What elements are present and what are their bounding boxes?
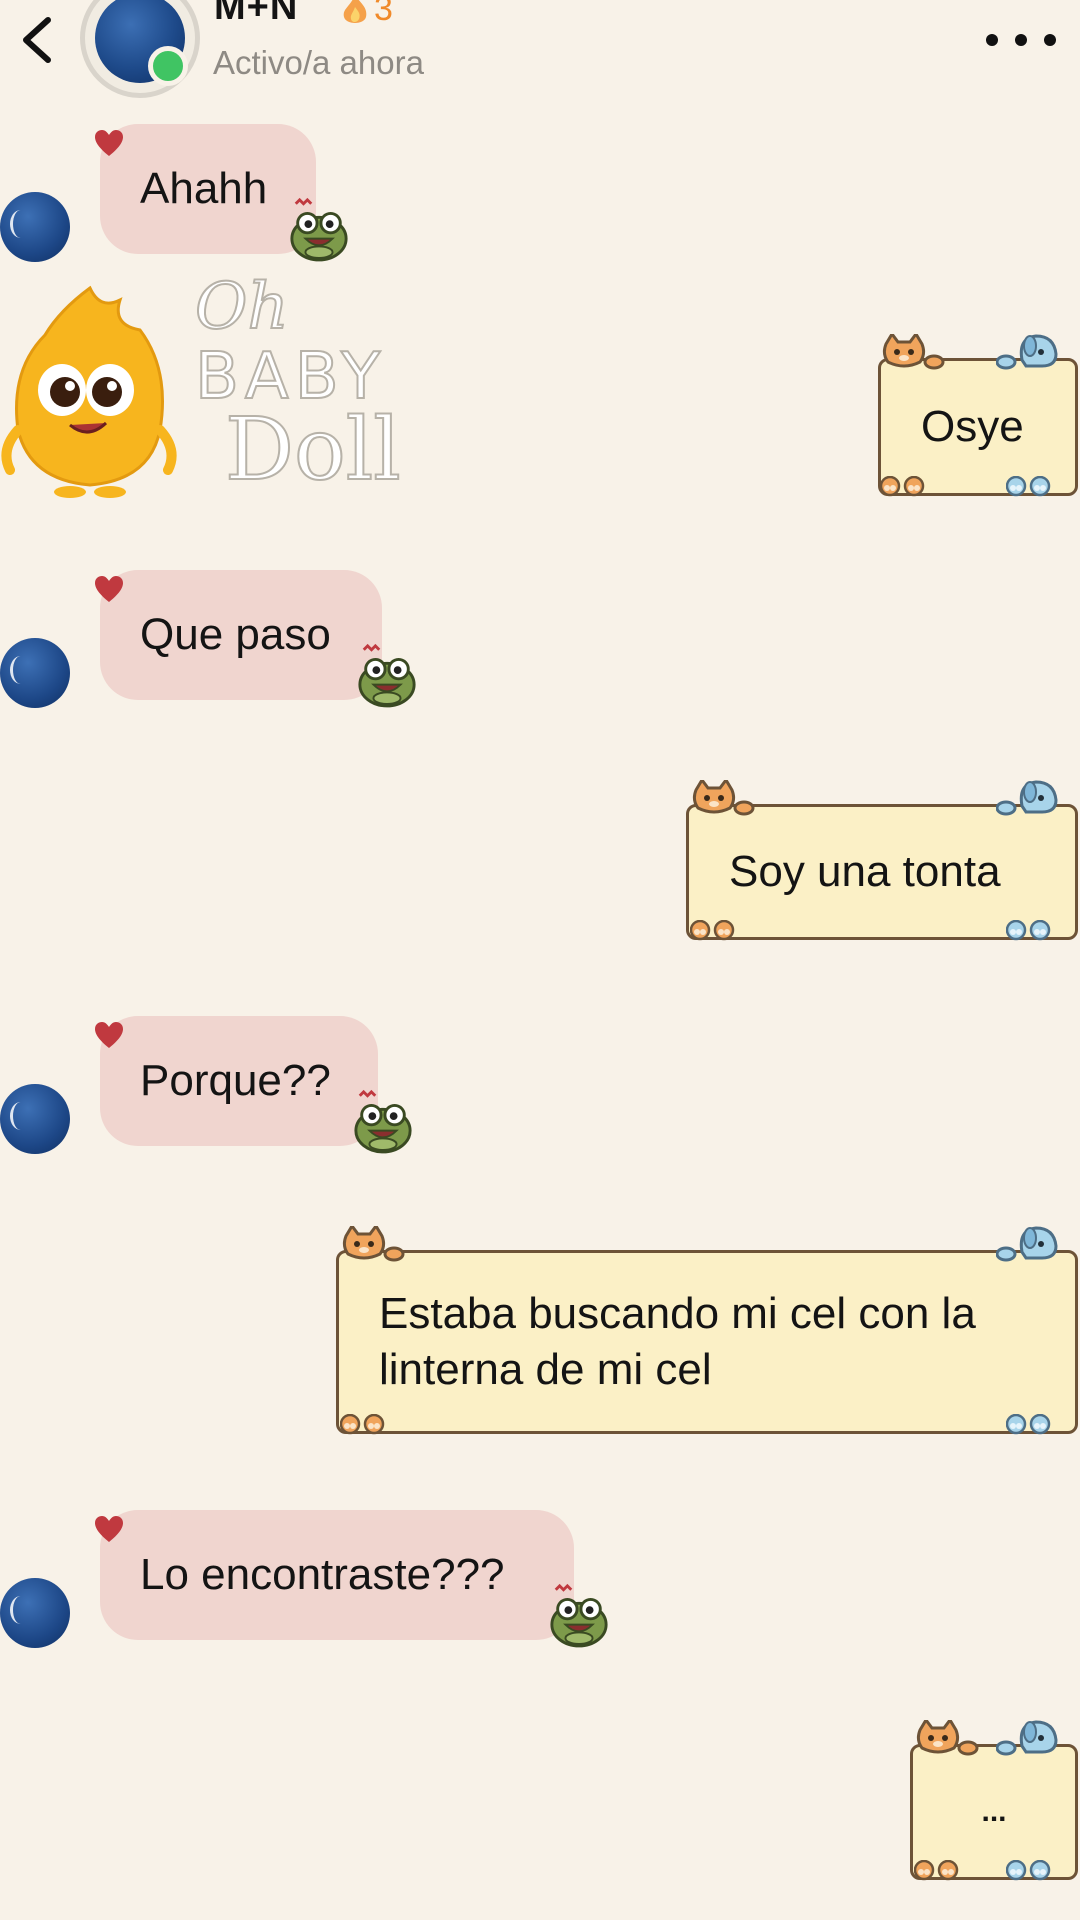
dog-decoration-icon — [996, 1226, 1058, 1262]
sender-avatar[interactable] — [0, 638, 70, 708]
heart-icon — [95, 1022, 123, 1048]
message-text: linterna de mi cel — [379, 1345, 712, 1394]
cat-decoration-icon — [692, 780, 755, 816]
message-text: Ahahh — [140, 164, 268, 213]
message-text: Estaba buscando mi cel con la — [379, 1289, 976, 1338]
paws-decoration-icon — [914, 1860, 959, 1881]
message-text: Lo encontraste??? — [140, 1550, 505, 1599]
online-indicator — [148, 46, 188, 86]
paws-decoration-icon — [690, 920, 735, 941]
received-message-bubble[interactable]: Lo encontraste??? — [100, 1510, 574, 1640]
streak-badge: 3 — [340, 0, 393, 29]
message-text: Soy una tonta — [729, 847, 1001, 896]
sender-avatar[interactable] — [0, 1578, 70, 1648]
sender-avatar[interactable] — [0, 1084, 70, 1154]
received-message-bubble[interactable]: Que paso — [100, 570, 382, 700]
contact-name[interactable]: M+N — [214, 0, 298, 29]
oh-baby-doll-sticker: Oh BABY Doll — [194, 269, 495, 501]
contact-avatar[interactable] — [80, 0, 200, 98]
dog-decoration-icon — [996, 1720, 1058, 1756]
paws-decoration-icon — [1006, 476, 1051, 497]
paws-decoration-icon — [1006, 920, 1051, 941]
cat-decoration-icon — [916, 1720, 979, 1756]
fire-icon — [343, 0, 367, 23]
paws-decoration-icon — [1006, 1414, 1051, 1435]
paws-decoration-icon — [340, 1414, 385, 1435]
message-text: ... — [981, 1795, 1007, 1828]
message-text: Porque?? — [140, 1056, 331, 1105]
frog-sticker-icon — [290, 198, 348, 262]
cat-decoration-icon — [882, 334, 945, 370]
sticker-text-line: Doll — [224, 399, 402, 501]
frog-sticker-icon — [354, 1090, 412, 1154]
paws-decoration-icon — [1006, 1860, 1051, 1881]
sender-avatar[interactable] — [0, 192, 70, 262]
frog-sticker-icon — [550, 1584, 608, 1648]
dog-decoration-icon — [996, 780, 1058, 816]
heart-icon — [95, 1516, 123, 1542]
message-text-block: Estaba buscando mi cel con la linterna d… — [339, 1286, 1016, 1398]
chat-header: M+N 3 Activo/a ahora — [0, 0, 1080, 110]
chevron-left-icon[interactable] — [8, 10, 68, 70]
more-dots-icon[interactable] — [986, 20, 1056, 60]
dog-decoration-icon — [996, 334, 1058, 370]
heart-icon — [95, 576, 123, 602]
heart-icon — [95, 130, 123, 156]
sent-message-card[interactable]: Estaba buscando mi cel con la linterna d… — [336, 1250, 1078, 1434]
paws-decoration-icon — [880, 476, 925, 497]
sticker-text-line: Oh — [194, 269, 290, 345]
message-text: Que paso — [140, 610, 331, 659]
received-message-bubble[interactable]: Porque?? — [100, 1016, 378, 1146]
received-message-bubble[interactable]: Ahahh — [100, 124, 316, 254]
message-text: Osye — [921, 402, 1024, 451]
cat-decoration-icon — [342, 1226, 405, 1262]
streak-count: 3 — [374, 0, 393, 28]
yellow-character-sticker — [1, 285, 177, 498]
activity-status: Activo/a ahora — [213, 44, 424, 81]
frog-sticker-icon — [358, 644, 416, 708]
